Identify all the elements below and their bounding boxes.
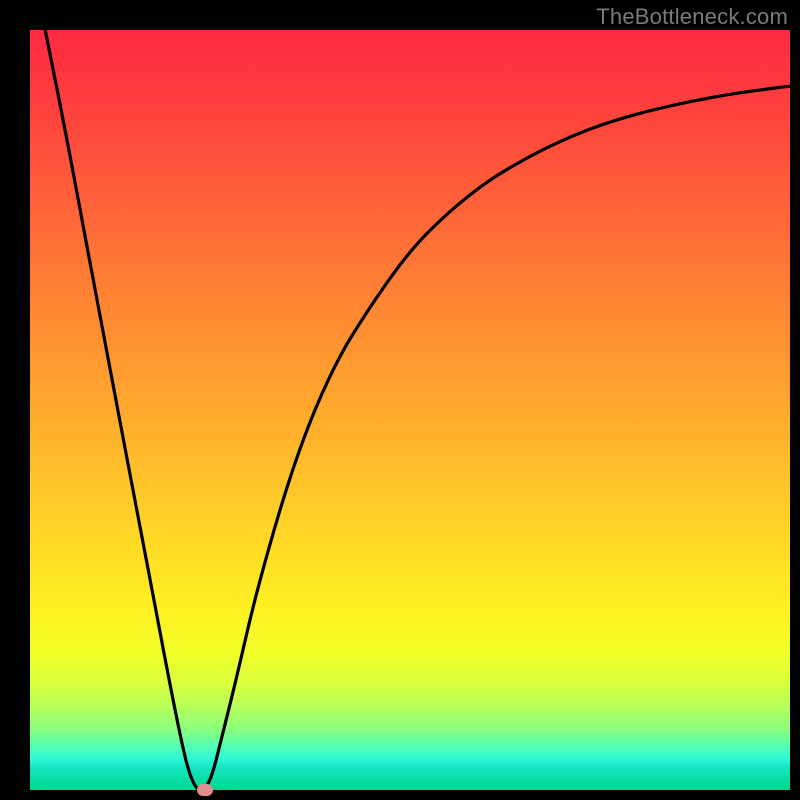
plot-area — [30, 30, 790, 790]
chart-frame: TheBottleneck.com — [0, 0, 800, 800]
optimum-marker — [197, 784, 213, 796]
bottleneck-curve — [45, 30, 790, 790]
watermark-text: TheBottleneck.com — [596, 4, 788, 30]
curve-svg — [30, 30, 790, 790]
